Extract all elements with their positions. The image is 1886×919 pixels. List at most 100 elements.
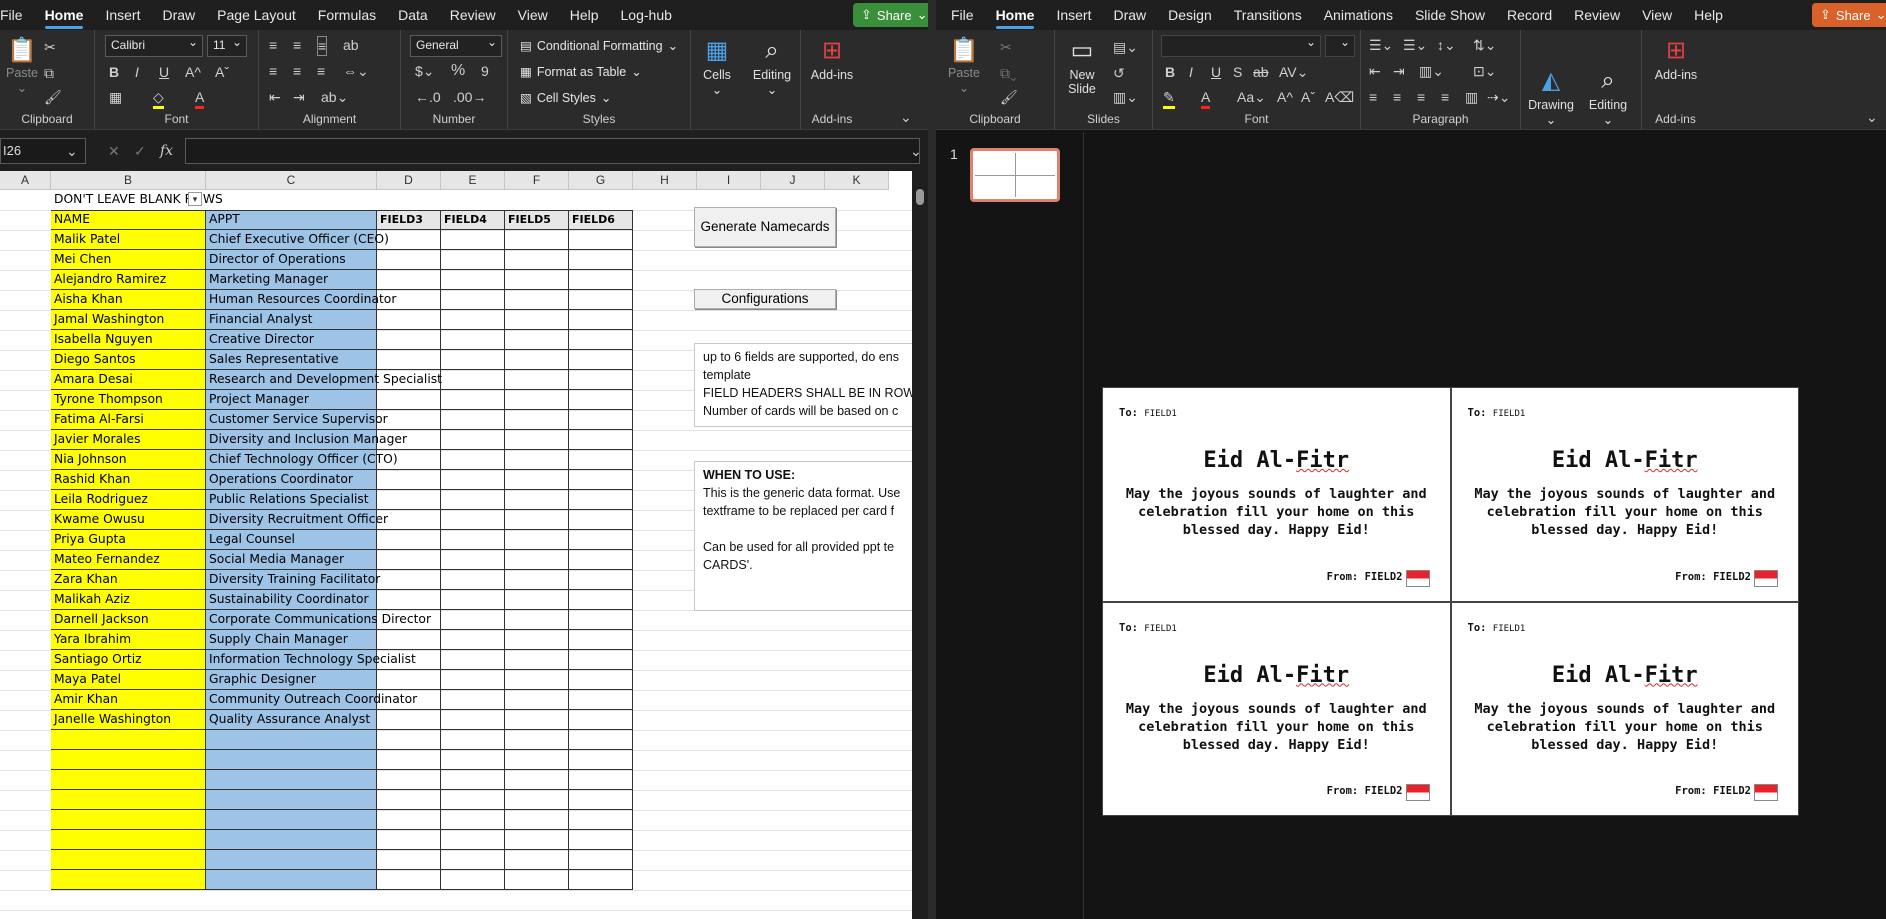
field-cell[interactable] <box>505 770 569 790</box>
slide-thumbnail-1[interactable] <box>970 148 1060 202</box>
field-cell[interactable] <box>441 310 505 330</box>
format-painter-icon[interactable]: 🖌 <box>44 88 62 106</box>
field-cell[interactable] <box>377 250 441 270</box>
addins-button[interactable]: ⊞ Add-ins <box>803 34 861 82</box>
field-cell[interactable] <box>569 810 633 830</box>
cut-icon[interactable]: ✂ <box>44 38 56 56</box>
name-cell[interactable]: Darnell Jackson <box>51 610 149 630</box>
decrease-decimal-icon[interactable]: .00→ <box>453 88 486 106</box>
name-cell[interactable]: Priya Gupta <box>51 530 126 550</box>
increase-indent-icon[interactable]: ⇥ <box>1393 62 1405 80</box>
field-cell[interactable] <box>377 350 441 370</box>
format-as-table-button[interactable]: ▦ Format as Table ⌄ <box>520 64 642 80</box>
field-cell[interactable] <box>441 530 505 550</box>
field-cell[interactable] <box>377 830 441 850</box>
align-bottom-icon[interactable]: ≡ <box>317 36 328 56</box>
field-cell[interactable] <box>505 530 569 550</box>
highlight-icon[interactable]: ✎ <box>1163 88 1175 109</box>
field-cell[interactable] <box>505 510 569 530</box>
generate-namecards-button[interactable]: Generate Namecards <box>694 207 836 247</box>
field-cell[interactable] <box>569 830 633 850</box>
percent-icon[interactable]: % <box>451 62 465 80</box>
appt-cell[interactable]: Information Technology Specialist <box>206 650 416 670</box>
field-cell[interactable] <box>569 310 633 330</box>
distributed-icon[interactable]: ▥ <box>1465 88 1478 106</box>
excel-menu-draw[interactable]: Draw <box>151 0 206 30</box>
field-cell[interactable] <box>441 270 505 290</box>
field-cell[interactable] <box>569 390 633 410</box>
field-cell[interactable] <box>505 750 569 770</box>
excel-share-button[interactable]: ⇪ Share ⌄ <box>853 3 936 27</box>
field-cell[interactable] <box>377 570 441 590</box>
ppt-menu-review[interactable]: Review <box>1563 0 1631 30</box>
fill-color-icon[interactable]: ◇ <box>153 88 164 109</box>
excel-menu-formulas[interactable]: Formulas <box>307 0 387 30</box>
name-cell[interactable]: Janelle Washington <box>51 710 171 730</box>
worksheet-grid[interactable]: A B C D E F G H I J K DON'T LEAVE BLANK ROWS ▾ NAME AP… <box>0 171 912 919</box>
align-text-icon[interactable]: ⊡⌄ <box>1473 62 1496 80</box>
field-cell[interactable] <box>569 470 633 490</box>
field-cell[interactable] <box>441 490 505 510</box>
appt-cell[interactable]: Chief Executive Officer (CEO) <box>206 230 389 250</box>
field-cell[interactable] <box>441 610 505 630</box>
column-header-k[interactable]: K <box>825 171 889 190</box>
field-cell[interactable] <box>441 250 505 270</box>
section-icon[interactable]: ▥⌄ <box>1113 88 1138 106</box>
name-cell[interactable]: Fatima Al-Farsi <box>51 410 144 430</box>
field-cell[interactable] <box>441 370 505 390</box>
column-header-i[interactable]: I <box>697 171 761 190</box>
name-cell[interactable]: Rashid Khan <box>51 470 130 490</box>
appt-cell[interactable]: Community Outreach Coordinator <box>206 690 417 710</box>
field-cell[interactable] <box>377 870 441 890</box>
field-cell[interactable] <box>441 750 505 770</box>
ppt-menu-insert[interactable]: Insert <box>1045 0 1102 30</box>
italic-icon[interactable]: I <box>1189 63 1193 81</box>
field-cell[interactable] <box>441 430 505 450</box>
ppt-menu-record[interactable]: Record <box>1496 0 1563 30</box>
namecard[interactable]: To: FIELD1 Eid Al-Fitr May the joyous soun… <box>1450 601 1799 816</box>
number-format-dropdown[interactable]: General <box>410 35 502 57</box>
field-cell[interactable] <box>441 330 505 350</box>
name-cell[interactable]: Zara Khan <box>51 570 118 590</box>
ppt-menu-animations[interactable]: Animations <box>1313 0 1404 30</box>
field-cell[interactable] <box>505 410 569 430</box>
borders-icon[interactable]: ▦ <box>109 88 122 106</box>
field-cell[interactable] <box>505 790 569 810</box>
field-cell[interactable] <box>505 730 569 750</box>
column-header-c[interactable]: C <box>206 171 377 190</box>
field-cell[interactable] <box>569 590 633 610</box>
name-cell[interactable]: Mei Chen <box>51 250 111 270</box>
field-cell[interactable] <box>505 350 569 370</box>
field-cell[interactable] <box>569 330 633 350</box>
name-cell[interactable]: Santiago Ortiz <box>51 650 142 670</box>
field-cell[interactable] <box>441 550 505 570</box>
filter-dropdown-icon[interactable]: ▾ <box>188 192 202 206</box>
italic-icon[interactable]: I <box>135 63 139 81</box>
excel-menu-help[interactable]: Help <box>559 0 610 30</box>
expand-formula-icon[interactable]: ⌄ <box>910 142 922 160</box>
field-cell[interactable] <box>505 590 569 610</box>
field-cell[interactable] <box>441 230 505 250</box>
name-cell[interactable]: Malik Patel <box>51 230 120 250</box>
appt-cell[interactable]: Research and Development Specialist <box>206 370 442 390</box>
name-cell[interactable]: Mateo Fernandez <box>51 550 160 570</box>
drawing-button[interactable]: ◭ Drawing ⌄ <box>1522 64 1580 127</box>
appt-cell[interactable]: Quality Assurance Analyst <box>206 710 370 730</box>
underline-icon[interactable]: U <box>1211 63 1221 81</box>
wrap-text-icon[interactable]: ab <box>343 36 359 54</box>
underline-icon[interactable]: U <box>159 63 169 81</box>
field-cell[interactable] <box>441 810 505 830</box>
excel-menu-home[interactable]: Home <box>34 0 95 30</box>
field-cell[interactable] <box>441 730 505 750</box>
field-cell[interactable] <box>441 450 505 470</box>
align-left-icon[interactable]: ≡ <box>269 62 277 80</box>
field-cell[interactable] <box>569 290 633 310</box>
field-cell[interactable] <box>505 430 569 450</box>
field-cell[interactable] <box>505 870 569 890</box>
excel-menu-insert[interactable]: Insert <box>94 0 151 30</box>
field-cell[interactable] <box>505 270 569 290</box>
appt-cell[interactable]: Corporate Communications Director <box>206 610 431 630</box>
field-cell[interactable] <box>377 730 441 750</box>
appt-cell[interactable]: Creative Director <box>206 330 314 350</box>
appt-cell[interactable]: Marketing Manager <box>206 270 328 290</box>
